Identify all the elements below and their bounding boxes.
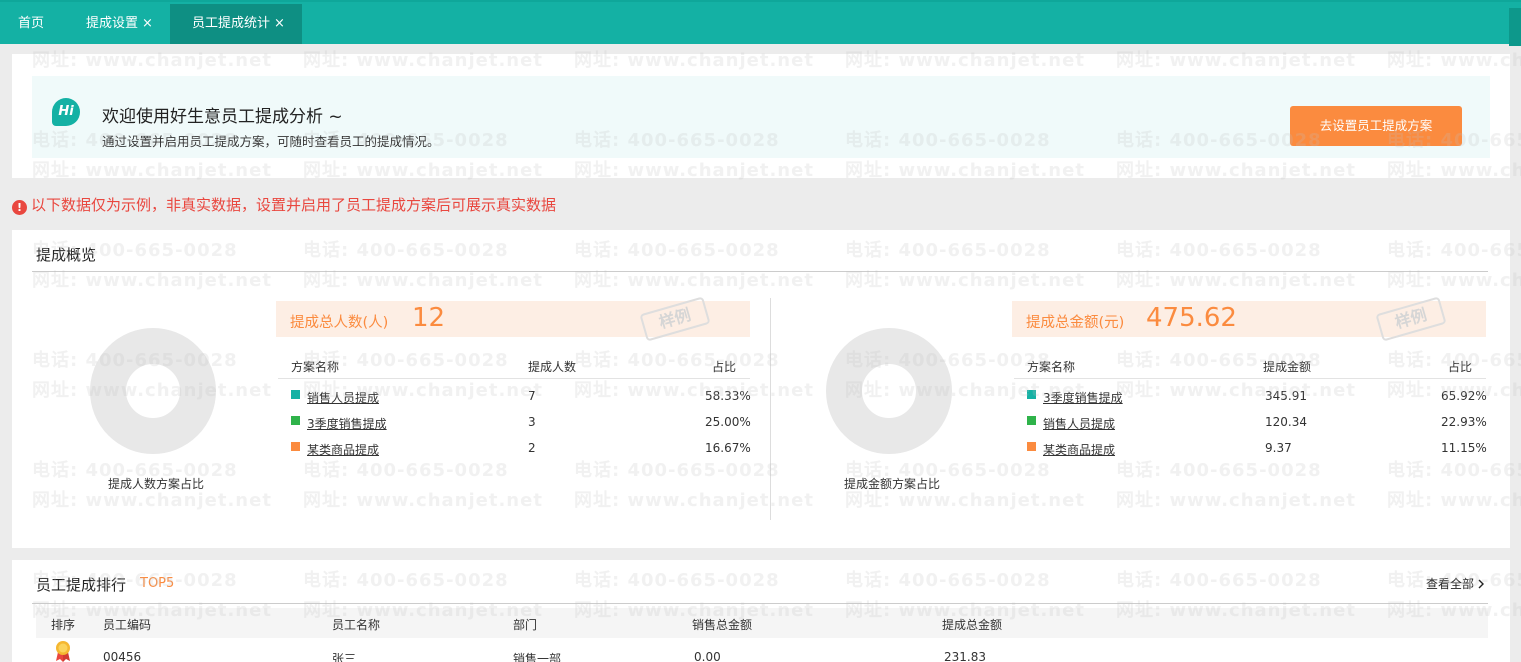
sample-stamp: 样例 <box>1375 296 1447 342</box>
tab-commission-settings[interactable]: 提成设置 × <box>86 4 153 44</box>
ranking-divider <box>32 603 1488 604</box>
col-sales-total: 销售总金额 <box>692 618 753 632</box>
chevron-right-icon <box>1478 579 1484 589</box>
amount-total-label: 提成总金额(元) <box>1026 315 1125 331</box>
amount-table-rule <box>1014 378 1486 379</box>
people-donut-label: 提成人数方案占比 <box>108 477 205 491</box>
people-col-count: 提成人数 <box>528 360 577 374</box>
view-all-label: 查看全部 <box>1426 577 1475 591</box>
amount-row-plan-link[interactable]: 销售人员提成 <box>1043 415 1115 432</box>
amount-total-value: 475.62 <box>1146 303 1237 333</box>
welcome-banner: Hi 欢迎使用好生意员工提成分析 ~ 通过设置并启用员工提成方案，可随时查看员工… <box>32 76 1490 158</box>
people-row-plan-link[interactable]: 销售人员提成 <box>307 389 379 406</box>
warning-icon: ! <box>12 200 27 215</box>
people-table-rule <box>278 378 750 379</box>
close-icon[interactable]: × <box>274 16 285 31</box>
main-content: Hi 欢迎使用好生意员工提成分析 ~ 通过设置并启用员工提成方案，可随时查看员工… <box>0 44 1521 662</box>
people-col-ratio: 占比 <box>712 360 737 374</box>
amount-total-bar: 提成总金额(元) 475.62 样例 <box>1012 296 1486 342</box>
col-commission-total: 提成总金额 <box>942 618 1003 632</box>
legend-swatch <box>291 442 300 451</box>
legend-swatch <box>1027 442 1036 451</box>
people-row-ratio: 25.00% <box>705 415 751 429</box>
tab-scroll-button[interactable] <box>1509 8 1521 46</box>
overview-vertical-divider <box>770 298 771 520</box>
row-employee-name: 张三 <box>332 652 357 662</box>
legend-swatch <box>1027 416 1036 425</box>
welcome-card: Hi 欢迎使用好生意员工提成分析 ~ 通过设置并启用员工提成方案，可随时查看员工… <box>12 54 1510 178</box>
amount-col-ratio: 占比 <box>1448 360 1473 374</box>
amount-row-ratio: 11.15% <box>1441 441 1487 455</box>
welcome-subtitle: 通过设置并启用员工提成方案，可随时查看员工的提成情况。 <box>102 134 440 149</box>
tab-commission-settings-label: 提成设置 <box>86 16 139 31</box>
overview-title: 提成概览 <box>36 246 97 264</box>
col-employee-name: 员工名称 <box>332 618 381 632</box>
legend-swatch <box>291 390 300 399</box>
view-all-link[interactable]: 查看全部 <box>1426 575 1485 592</box>
col-rank: 排序 <box>51 618 76 632</box>
people-row-count: 2 <box>528 441 536 455</box>
ranking-title: 员工提成排行 <box>36 576 127 594</box>
people-row-ratio: 58.33% <box>705 389 751 403</box>
ranking-top-badge: TOP5 <box>140 576 175 591</box>
tab-employee-commission-stats-label: 员工提成统计 <box>192 16 271 31</box>
overview-divider <box>32 271 1488 272</box>
row-employee-code: 00456 <box>103 650 142 662</box>
tab-home-label: 首页 <box>18 16 45 31</box>
close-icon[interactable]: × <box>142 16 153 31</box>
people-row-plan-link[interactable]: 3季度销售提成 <box>307 415 387 432</box>
tab-home[interactable]: 首页 <box>18 4 44 44</box>
people-row-count: 7 <box>528 389 536 403</box>
amount-col-amount: 提成金额 <box>1263 360 1312 374</box>
warning-text: 以下数据仅为示例，非真实数据，设置并启用了员工提成方案后可展示真实数据 <box>31 196 557 214</box>
people-donut-chart <box>90 328 216 454</box>
amount-row-amount: 345.91 <box>1265 389 1307 403</box>
amount-donut-label: 提成金额方案占比 <box>844 477 941 491</box>
col-employee-code: 员工编码 <box>103 618 152 632</box>
sample-data-warning: ! 以下数据仅为示例，非真实数据，设置并启用了员工提成方案后可展示真实数据 <box>12 194 556 215</box>
row-department: 销售一部 <box>513 652 562 662</box>
people-row-plan-link[interactable]: 某类商品提成 <box>307 441 379 458</box>
amount-col-plan: 方案名称 <box>1027 360 1076 374</box>
amount-row-ratio: 22.93% <box>1441 415 1487 429</box>
amount-row-plan-link[interactable]: 3季度销售提成 <box>1043 389 1123 406</box>
ranking-table-header: 排序 员工编码 员工名称 部门 销售总金额 提成总金额 <box>36 608 1488 638</box>
col-department: 部门 <box>513 618 538 632</box>
people-total-value: 12 <box>412 303 446 333</box>
commission-overview-card: 提成概览 提成人数方案占比 提成总人数(人) 12 样例 方案名称 提成人数 占… <box>12 230 1510 548</box>
amount-donut-chart <box>826 328 952 454</box>
row-commission-total: 231.83 <box>944 650 986 662</box>
setup-commission-plan-button[interactable]: 去设置员工提成方案 <box>1290 106 1462 146</box>
welcome-title: 欢迎使用好生意员工提成分析 ~ <box>102 107 343 127</box>
gold-medal-icon <box>56 641 70 662</box>
tab-employee-commission-stats[interactable]: 员工提成统计 × <box>170 4 302 44</box>
legend-swatch <box>291 416 300 425</box>
row-sales-total: 0.00 <box>694 650 721 662</box>
people-row-count: 3 <box>528 415 536 429</box>
hi-badge-icon: Hi <box>52 98 80 126</box>
legend-swatch <box>1027 390 1036 399</box>
sample-stamp: 样例 <box>639 296 711 342</box>
people-total-label: 提成总人数(人) <box>290 315 389 331</box>
amount-row-amount: 120.34 <box>1265 415 1307 429</box>
people-col-plan: 方案名称 <box>291 360 340 374</box>
commission-ranking-card: 员工提成排行 TOP5 查看全部 排序 员工编码 员工名称 部门 销售总金额 提… <box>12 560 1510 662</box>
people-total-bar: 提成总人数(人) 12 样例 <box>276 296 750 342</box>
amount-row-plan-link[interactable]: 某类商品提成 <box>1043 441 1115 458</box>
people-row-ratio: 16.67% <box>705 441 751 455</box>
tab-bar: 首页 提成设置 × 员工提成统计 × <box>0 0 1521 46</box>
amount-row-ratio: 65.92% <box>1441 389 1487 403</box>
amount-row-amount: 9.37 <box>1265 441 1292 455</box>
